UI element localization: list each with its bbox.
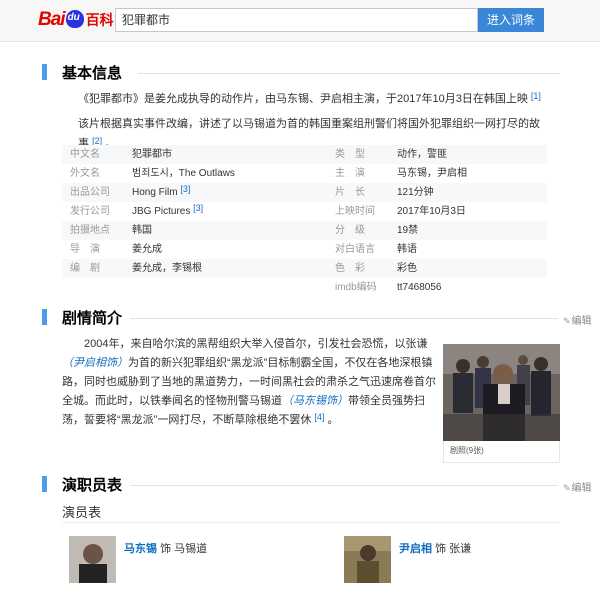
ref-link[interactable]: [1] — [531, 91, 541, 101]
character-link[interactable]: （尹启相饰） — [62, 357, 128, 369]
logo-baike-text: 百科 — [85, 12, 114, 28]
pencil-icon: ✎ — [563, 483, 571, 493]
director-link[interactable]: 姜允成 — [132, 240, 162, 259]
info-value: 彩色 — [397, 263, 417, 274]
top-header: Bai 百科 犯罪都市 进入词条 — [0, 0, 600, 42]
info-key: 外文名 — [70, 168, 100, 179]
search-input[interactable]: 犯罪都市 — [115, 8, 478, 32]
plot-title: 剧情简介 — [62, 310, 123, 327]
actor-portrait — [344, 536, 391, 583]
intro-paragraph-1: 《犯罪都市》是姜允成执导的动作片，由马东锡、尹启相主演，于2017年10月3日在… — [78, 89, 548, 109]
edit-label: 编辑 — [571, 316, 592, 327]
plot-text: 。 — [327, 414, 339, 426]
info-key: 片 长 — [335, 187, 365, 198]
info-key: 类 型 — [335, 149, 365, 160]
character-link[interactable]: （马东锡饰） — [282, 395, 348, 407]
plot-text: 2004年，来自哈尔滨的黑帮组织大举入侵首尔，引发社会恐慌，以张谦 — [84, 338, 428, 350]
edit-label: 编辑 — [571, 483, 592, 494]
divider — [130, 318, 558, 319]
cast-title: 演职员表 — [62, 477, 123, 494]
ref-link[interactable]: [3] — [180, 184, 190, 194]
enter-entry-button[interactable]: 进入词条 — [478, 8, 544, 32]
paw-icon — [65, 10, 84, 28]
info-value: 犯罪都市 — [132, 149, 172, 160]
info-key: 色 彩 — [335, 263, 365, 274]
movie-still-image[interactable] — [443, 344, 560, 441]
info-value: 韩国 — [132, 225, 152, 236]
actor-entry: 尹启相 饰 张谦 — [399, 540, 471, 556]
divider — [130, 485, 558, 486]
actor-role: 饰 张谦 — [435, 543, 472, 555]
info-key: 上映时间 — [335, 206, 375, 217]
info-value-text: Hong Film — [132, 187, 178, 198]
section-marker — [42, 476, 47, 492]
movie-still-graphic — [443, 344, 560, 441]
info-value: 2017年10月3日 — [397, 206, 466, 217]
info-value: 범죄도시，The Outlaws — [132, 168, 235, 179]
info-value: 动作，警匪 — [397, 149, 447, 160]
plot-paragraph: 2004年，来自哈尔滨的黑帮组织大举入侵首尔，引发社会恐慌，以张谦（尹启相饰）为… — [62, 335, 440, 430]
info-key: 出品公司 — [70, 187, 110, 198]
actor-role: 饰 马锡道 — [160, 543, 208, 555]
image-caption[interactable]: 剧照(9张) — [443, 441, 560, 463]
info-value: Hong Film [3] — [132, 183, 190, 202]
actor-entry: 马东锡 饰 马锡道 — [124, 540, 207, 556]
actor-name-link[interactable]: 尹启相 — [399, 543, 432, 555]
info-key: 编 剧 — [70, 263, 100, 274]
edit-link[interactable]: ✎编辑 — [563, 479, 592, 494]
edit-link[interactable]: ✎编辑 — [563, 312, 592, 327]
ref-link[interactable]: [3] — [193, 203, 203, 213]
section-marker — [42, 64, 47, 80]
info-key: 发行公司 — [70, 206, 110, 217]
cast-subtitle: 演员表 — [62, 505, 102, 520]
info-key: 中文名 — [70, 149, 100, 160]
section-marker — [42, 309, 47, 325]
divider — [62, 522, 560, 523]
info-value: JBG Pictures [3] — [132, 202, 203, 221]
info-key: 拍摄地点 — [70, 225, 110, 236]
divider — [138, 73, 560, 74]
basic-info-title: 基本信息 — [62, 65, 123, 82]
actor-portrait — [69, 536, 116, 583]
intro-text: 《犯罪都市》是姜允成执导的动作片，由马东锡、尹启相主演，于2017年10月3日在… — [78, 93, 528, 105]
info-value: 姜允成，李锡根 — [132, 263, 202, 274]
info-value: 121分钟 — [397, 187, 434, 198]
baidu-baike-logo[interactable]: Bai 百科 — [38, 8, 114, 32]
logo-text: Bai — [38, 9, 66, 30]
info-value: tt7468056 — [397, 282, 442, 293]
info-key: 分 级 — [335, 225, 365, 236]
info-value: 韩语 — [397, 244, 417, 255]
actor-photo[interactable] — [344, 536, 391, 583]
actor-name-link[interactable]: 马东锡 — [124, 543, 157, 555]
pencil-icon: ✎ — [563, 316, 571, 326]
starring-link[interactable]: 马东锡，尹启相 — [397, 164, 467, 183]
info-key: 主 演 — [335, 168, 365, 179]
info-value-text: JBG Pictures — [132, 206, 191, 217]
info-key: 对白语言 — [335, 244, 375, 255]
info-key: imdb编码 — [335, 282, 377, 293]
info-value: 19禁 — [397, 225, 419, 236]
info-key: 导 演 — [70, 244, 100, 255]
ref-link[interactable]: [4] — [314, 412, 324, 422]
actor-photo[interactable] — [69, 536, 116, 583]
